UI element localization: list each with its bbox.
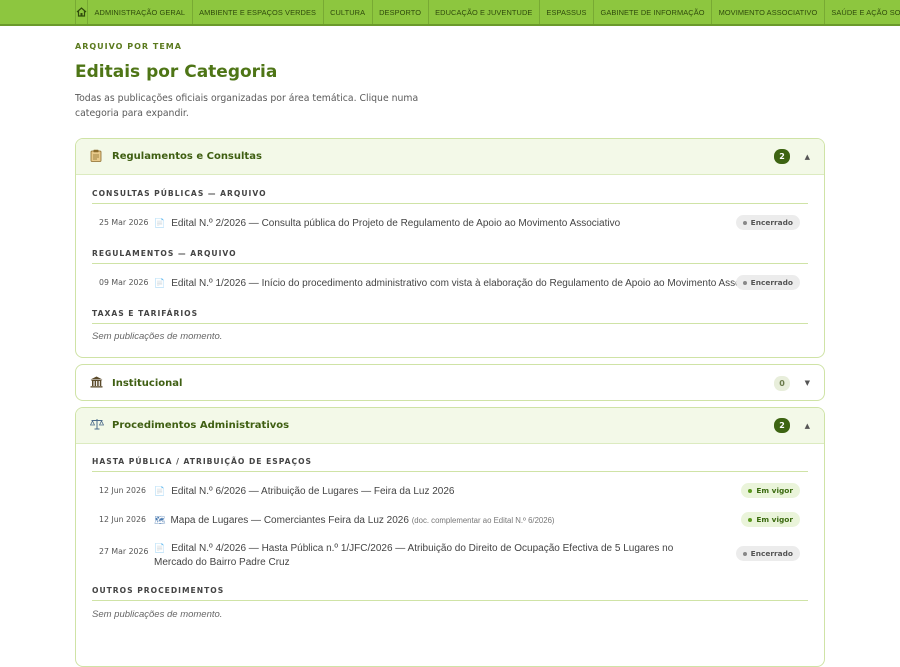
status-badge: Em vigor: [741, 512, 800, 527]
category-header-procedimentos[interactable]: Procedimentos Administrativos 2 ▲: [76, 408, 824, 444]
map-icon: 🗺: [154, 515, 166, 525]
scales-icon: [89, 418, 112, 433]
nav-item-saude[interactable]: Saúde e Ação Social: [825, 0, 900, 24]
item-note: (doc. complementar ao Edital N.º 6/2026): [411, 516, 555, 525]
status-badge: Encerrado: [735, 546, 800, 561]
list-item[interactable]: 25 Mar 2026 📄 Edital N.º 2/2026 — Consult…: [92, 215, 808, 231]
building-icon: [90, 376, 112, 391]
clipboard-icon: [90, 149, 112, 165]
page-intro: Todas as publicações oficiais organizada…: [75, 93, 419, 119]
status-badge: Encerrado: [735, 215, 800, 230]
item-date: 27 Mar 2026: [99, 547, 149, 556]
item-title-link[interactable]: Edital N.º 2/2026 — Consulta pública do …: [171, 218, 620, 229]
eyebrow-label: ARQUIVO POR TEMA: [75, 42, 182, 51]
status-badge: Encerrado: [735, 275, 800, 290]
list-item[interactable]: 27 Mar 2026 📄 Edital N.º 4/2026 — Hasta P…: [92, 541, 808, 570]
chevron-up-icon: ▲: [804, 421, 810, 430]
nav-item-cultura[interactable]: Cultura: [324, 0, 373, 24]
item-title-link[interactable]: Edital N.º 4/2026 — Hasta Pública n.º 1/…: [154, 543, 673, 568]
document-icon: 📄: [154, 278, 166, 288]
category-title: Institucional: [112, 377, 183, 389]
section-label: TAXAS E TARIFÁRIOS: [92, 309, 808, 324]
document-icon: 📄: [154, 486, 166, 496]
item-date: 09 Mar 2026: [99, 278, 149, 287]
category-title: Procedimentos Administrativos: [112, 420, 290, 431]
section-label: CONSULTAS PÚBLICAS — ARQUIVO: [92, 189, 808, 204]
top-navigation: Administração Geral Ambiente e Espaços V…: [0, 0, 900, 26]
category-card-regulamentos: Regulamentos e Consultas 2 ▲ CONSULTAS P…: [75, 138, 825, 358]
nav-item-espassus[interactable]: Espassus: [540, 0, 595, 24]
category-title: Regulamentos e Consultas: [112, 151, 262, 162]
nav-item-ambiente[interactable]: Ambiente e Espaços Verdes: [193, 0, 324, 24]
empty-state: Sem publicações de momento.: [92, 609, 223, 620]
nav-item-desporto[interactable]: Desporto: [373, 0, 429, 24]
chevron-up-icon: ▲: [804, 152, 810, 161]
count-badge: 2: [774, 149, 790, 164]
home-icon: [76, 7, 87, 17]
category-header-institucional[interactable]: Institucional 0 ▼: [76, 365, 824, 400]
item-title-link[interactable]: Edital N.º 6/2026 — Atribuição de Lugare…: [171, 486, 454, 497]
section-label: OUTROS PROCEDIMENTOS: [92, 586, 808, 601]
item-title-link[interactable]: Edital N.º 1/2026 — Início do procedimen…: [171, 278, 769, 289]
list-item[interactable]: 12 Jun 2026 🗺 Mapa de Lugares — Comercian…: [92, 512, 808, 528]
status-badge: Em vigor: [741, 483, 800, 498]
item-date: 25 Mar 2026: [99, 218, 149, 227]
chevron-down-icon: ▼: [804, 379, 810, 387]
category-card-institucional: Institucional 0 ▼: [75, 364, 825, 401]
section-label: REGULAMENTOS — ARQUIVO: [92, 249, 808, 264]
count-badge: 0: [774, 375, 790, 391]
category-header-regulamentos[interactable]: Regulamentos e Consultas 2 ▲: [76, 139, 824, 175]
item-title-link[interactable]: Mapa de Lugares — Comerciantes Feira da …: [170, 515, 408, 526]
item-date: 12 Jun 2026: [99, 515, 146, 524]
item-date: 12 Jun 2026: [99, 486, 146, 495]
nav-item-gabinete[interactable]: Gabinete de Informação: [594, 0, 713, 24]
home-link[interactable]: [75, 0, 88, 24]
list-item[interactable]: 12 Jun 2026 📄 Edital N.º 6/2026 — Atribui…: [92, 483, 808, 499]
document-icon: 📄: [154, 543, 166, 553]
list-item[interactable]: 09 Mar 2026 📄 Edital N.º 1/2026 — Início …: [92, 275, 808, 291]
document-icon: 📄: [154, 218, 166, 228]
nav-item-movimento[interactable]: Movimento Associativo: [712, 0, 825, 24]
count-badge: 2: [774, 418, 790, 433]
category-card-procedimentos: Procedimentos Administrativos 2 ▲ HASTA …: [75, 407, 825, 667]
nav-item-educacao[interactable]: Educação e Juventude: [429, 0, 540, 24]
empty-state: Sem publicações de momento.: [92, 331, 223, 342]
section-label: HASTA PÚBLICA / ATRIBUIÇÃO DE ESPAÇOS: [92, 457, 808, 472]
page-title: Editais por Categoria: [75, 62, 278, 82]
nav-item-administracao-geral[interactable]: Administração Geral: [88, 0, 193, 24]
